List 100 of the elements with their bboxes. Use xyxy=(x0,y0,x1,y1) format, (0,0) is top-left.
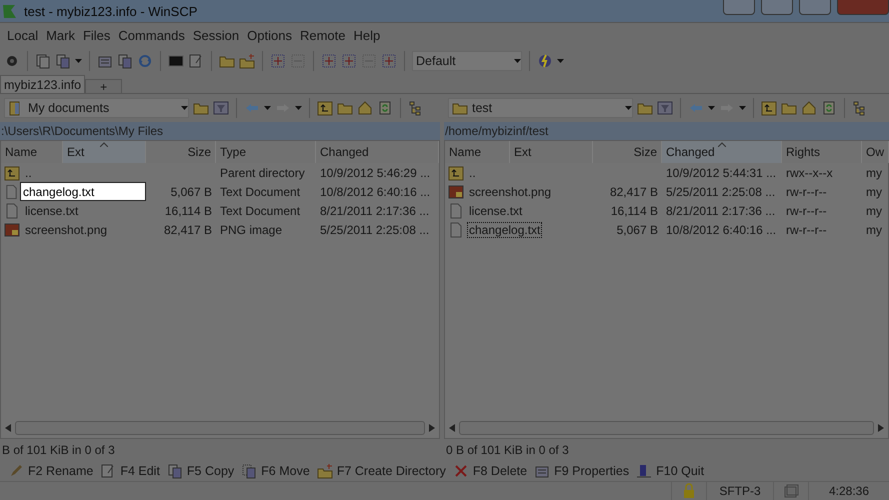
command-button[interactable]: F5 Copy xyxy=(166,463,234,479)
table-cell-text: rw-r--r-- xyxy=(785,222,828,238)
lock-icon xyxy=(681,483,697,499)
edit-icon[interactable] xyxy=(188,53,204,69)
command-button[interactable]: F2 Rename xyxy=(8,463,94,479)
windows-icon xyxy=(783,483,799,499)
table-cell-text: rw-r--r-- xyxy=(785,184,828,200)
column-header[interactable]: Changed xyxy=(662,141,782,163)
table-cell-text: my xyxy=(865,184,883,200)
preset-dropdown[interactable]: Default xyxy=(412,51,522,71)
protocol-status: SFTP-3 xyxy=(706,482,773,500)
terminal-icon[interactable] xyxy=(168,53,184,69)
scroll-left-icon[interactable] xyxy=(449,424,455,432)
table-cell-text: 8/21/2011 2:17:36 ... xyxy=(319,202,430,218)
home-icon[interactable] xyxy=(801,100,817,116)
snap-button[interactable] xyxy=(723,0,755,15)
move-icon xyxy=(241,463,258,479)
settings-icon[interactable] xyxy=(4,53,20,69)
delete-icon xyxy=(452,463,469,479)
file-name-cell[interactable]: screenshot.png xyxy=(1,220,146,239)
caret-icon[interactable] xyxy=(295,106,302,110)
scroll-right-icon[interactable] xyxy=(429,424,435,432)
pages-icon[interactable] xyxy=(35,53,51,69)
menu-item[interactable]: Options xyxy=(243,28,296,42)
menu-item[interactable]: Help xyxy=(349,28,384,42)
new-folder-icon xyxy=(316,463,333,479)
refresh-icon[interactable] xyxy=(821,100,837,116)
table-cell-text: Parent directory xyxy=(219,164,306,180)
caret-icon[interactable] xyxy=(557,59,564,63)
app-icon xyxy=(2,3,18,19)
copy-icon[interactable] xyxy=(55,53,71,69)
dropdown-arrow-icon xyxy=(514,59,521,63)
minimize-button[interactable] xyxy=(761,0,793,15)
parent-folder-icon[interactable] xyxy=(761,100,777,116)
text-file-icon xyxy=(448,222,464,238)
column-header[interactable]: Ext xyxy=(63,141,146,163)
location-dropdown[interactable]: My documents xyxy=(4,98,189,118)
command-button[interactable]: F6 Move xyxy=(241,463,310,479)
image-file-icon xyxy=(4,222,20,238)
file-name: screenshot.png xyxy=(24,222,108,238)
sync-icon[interactable] xyxy=(137,53,153,69)
dropdown-arrow-icon xyxy=(625,106,632,110)
horizontal-scrollbar[interactable] xyxy=(449,420,884,436)
table-cell-text: my xyxy=(865,164,883,180)
file-name-cell[interactable]: screenshot.png xyxy=(445,182,593,201)
parent-folder-icon xyxy=(448,164,464,180)
table-cell-text: Text Document xyxy=(219,202,302,218)
caret-icon[interactable] xyxy=(739,106,746,110)
menu-item[interactable]: Local xyxy=(3,28,42,42)
file-name-cell[interactable]: license.txt xyxy=(445,201,593,220)
plus-icon[interactable] xyxy=(270,53,286,69)
file-name-cell[interactable]: .. xyxy=(445,163,593,182)
maximize-button[interactable] xyxy=(799,0,831,15)
selection-status: 0 B of 101 KiB in 0 of 3 xyxy=(445,442,570,459)
table-cell-text: my xyxy=(865,222,883,238)
menu-item[interactable]: Remote xyxy=(296,28,350,42)
command-button[interactable]: F9 Properties xyxy=(534,463,630,479)
table-cell-text: 10/8/2012 6:40:16 ... xyxy=(319,184,432,200)
window-title: test - mybiz123.info - WinSCP xyxy=(24,4,198,18)
documents-icon[interactable] xyxy=(117,53,133,69)
parent-folder-icon[interactable] xyxy=(317,100,333,116)
command-button[interactable]: F10 Quit xyxy=(636,463,704,479)
command-button[interactable]: F8 Delete xyxy=(452,463,528,479)
scroll-left-icon[interactable] xyxy=(5,424,11,432)
menu-item[interactable]: Mark xyxy=(42,28,79,42)
file-name: license.txt xyxy=(24,202,80,218)
session-tab[interactable]: mybiz123.info xyxy=(0,75,86,93)
table-cell-text: 10/9/2012 5:46:29 ... xyxy=(319,164,432,180)
table-cell-text: 5,067 B xyxy=(170,184,213,200)
scroll-right-icon[interactable] xyxy=(878,424,884,432)
quit-icon xyxy=(636,463,652,479)
home-icon[interactable] xyxy=(357,100,373,116)
menu-item[interactable]: Commands xyxy=(114,28,189,42)
globe-icon[interactable] xyxy=(537,53,553,69)
table-cell-text: 82,417 B xyxy=(608,184,659,200)
caret-icon[interactable] xyxy=(264,106,271,110)
table-cell-text: Text Document xyxy=(219,184,302,200)
table-cell-text: rw-r--r-- xyxy=(785,202,828,218)
file-name: screenshot.png xyxy=(468,184,552,200)
command-button[interactable]: F4 Edit xyxy=(100,463,160,479)
file-name-cell[interactable]: license.txt xyxy=(1,201,146,220)
edit-icon xyxy=(100,463,116,479)
file-name-cell[interactable]: changelog.txt xyxy=(445,220,593,239)
refresh-icon[interactable] xyxy=(377,100,393,116)
caret-icon[interactable] xyxy=(75,59,82,63)
table-cell-text: 10/8/2012 6:40:16 ... xyxy=(665,222,778,238)
pencil-icon xyxy=(8,463,24,479)
command-button[interactable]: F7 Create Directory xyxy=(316,463,446,479)
menu-item[interactable]: Session xyxy=(188,28,244,42)
location-dropdown[interactable]: test xyxy=(448,98,633,118)
parent-folder-icon xyxy=(4,164,20,180)
menu-item[interactable]: Files xyxy=(78,28,114,42)
file-name-cell[interactable]: .. xyxy=(1,163,146,182)
table-cell-text: PNG image xyxy=(219,222,284,238)
caret-icon[interactable] xyxy=(708,106,715,110)
session-tab[interactable]: + xyxy=(85,79,122,93)
table-cell-text: 16,114 B xyxy=(164,202,213,218)
path-bar: /home/mybizinf/test xyxy=(444,122,889,140)
table-cell-text: 5/25/2011 2:25:08 ... xyxy=(665,184,776,200)
horizontal-scrollbar[interactable] xyxy=(5,420,435,436)
